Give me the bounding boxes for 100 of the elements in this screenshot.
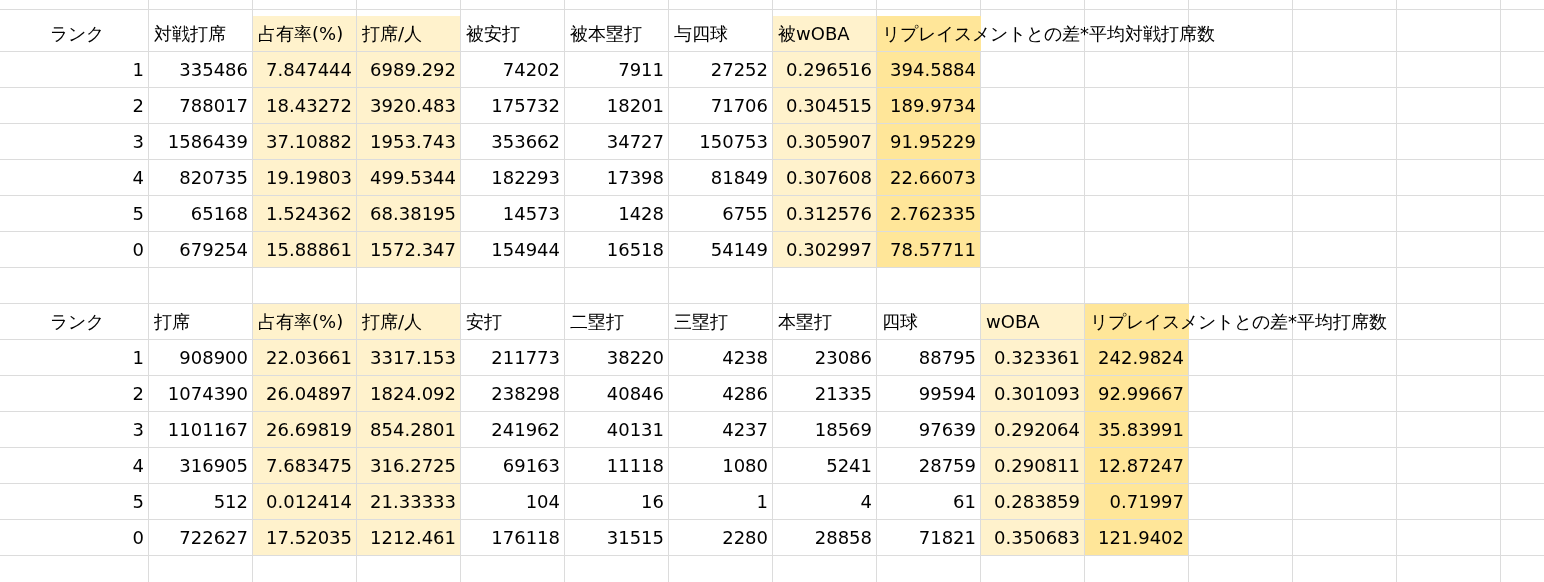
table-cell: 0.312576 bbox=[773, 196, 877, 232]
column-header: 三塁打 bbox=[669, 304, 773, 340]
column-header: wOBA bbox=[981, 304, 1085, 340]
table-cell: 238298 bbox=[461, 376, 565, 412]
table-cell: 242.9824 bbox=[1085, 340, 1189, 376]
table-cell: 0.290811 bbox=[981, 448, 1085, 484]
table-cell: 4 bbox=[45, 160, 149, 196]
table-cell: 4 bbox=[45, 448, 149, 484]
table-cell: 1824.092 bbox=[357, 376, 461, 412]
table-cell: 0.350683 bbox=[981, 520, 1085, 556]
table-cell: 18.43272 bbox=[253, 88, 357, 124]
table-cell: 0.307608 bbox=[773, 160, 877, 196]
table-cell: 4 bbox=[773, 484, 877, 520]
column-header: 打席/人 bbox=[357, 304, 461, 340]
column-header: 本塁打 bbox=[773, 304, 877, 340]
table-cell: 17398 bbox=[565, 160, 669, 196]
table-cell: 37.10882 bbox=[253, 124, 357, 160]
table-cell: 5 bbox=[45, 484, 149, 520]
table-cell: 7.683475 bbox=[253, 448, 357, 484]
table-cell: 182293 bbox=[461, 160, 565, 196]
table-cell: 0.301093 bbox=[981, 376, 1085, 412]
table-cell: 0 bbox=[45, 232, 149, 268]
table-cell: 5 bbox=[45, 196, 149, 232]
column-header: 占有率(%) bbox=[253, 16, 357, 52]
table-cell: 19.19803 bbox=[253, 160, 357, 196]
table-cell: 121.9402 bbox=[1085, 520, 1189, 556]
table-cell: 1428 bbox=[565, 196, 669, 232]
table-cell: 0.283859 bbox=[981, 484, 1085, 520]
column-header: 被wOBA bbox=[773, 16, 877, 52]
table-cell: 3 bbox=[45, 412, 149, 448]
table-cell: 92.99667 bbox=[1085, 376, 1189, 412]
table-cell: 7.847444 bbox=[253, 52, 357, 88]
table-cell: 2280 bbox=[669, 520, 773, 556]
table-cell: 1.524362 bbox=[253, 196, 357, 232]
table-cell: 0.305907 bbox=[773, 124, 877, 160]
table-cell: 394.5884 bbox=[877, 52, 981, 88]
column-header: 二塁打 bbox=[565, 304, 669, 340]
table-cell: 499.5344 bbox=[357, 160, 461, 196]
table-cell: 1 bbox=[45, 52, 149, 88]
table-cell: 21335 bbox=[773, 376, 877, 412]
table-cell: 26.69819 bbox=[253, 412, 357, 448]
table-cell: 189.9734 bbox=[877, 88, 981, 124]
table-cell: 2 bbox=[45, 376, 149, 412]
table-cell: 154944 bbox=[461, 232, 565, 268]
table-cell: 38220 bbox=[565, 340, 669, 376]
column-header: 打席/人 bbox=[357, 16, 461, 52]
table-cell: 353662 bbox=[461, 124, 565, 160]
table-cell: 0.71997 bbox=[1085, 484, 1189, 520]
table-cell: 211773 bbox=[461, 340, 565, 376]
table-cell: 175732 bbox=[461, 88, 565, 124]
table-cell: 2.762335 bbox=[877, 196, 981, 232]
table-cell: 0.304515 bbox=[773, 88, 877, 124]
table-cell: 31515 bbox=[565, 520, 669, 556]
table-cell: 0 bbox=[45, 520, 149, 556]
table-cell: 1953.743 bbox=[357, 124, 461, 160]
table-cell: 176118 bbox=[461, 520, 565, 556]
table-cell: 12.87247 bbox=[1085, 448, 1189, 484]
table-cell: 40846 bbox=[565, 376, 669, 412]
table-cell: 3317.153 bbox=[357, 340, 461, 376]
table-cell: 23086 bbox=[773, 340, 877, 376]
table-cell: 241962 bbox=[461, 412, 565, 448]
table-cell: 22.66073 bbox=[877, 160, 981, 196]
table-cell: 0.012414 bbox=[253, 484, 357, 520]
table-cell: 17.52035 bbox=[253, 520, 357, 556]
table-cell: 91.95229 bbox=[877, 124, 981, 160]
table-cell: 104 bbox=[461, 484, 565, 520]
table-cell: 1 bbox=[669, 484, 773, 520]
table-cell: 69163 bbox=[461, 448, 565, 484]
table-cell: 5241 bbox=[773, 448, 877, 484]
column-header: 被安打 bbox=[461, 16, 565, 52]
table-cell: 4238 bbox=[669, 340, 773, 376]
table-cell: 22.03661 bbox=[253, 340, 357, 376]
column-header: 被本塁打 bbox=[565, 16, 669, 52]
table-cell: 854.2801 bbox=[357, 412, 461, 448]
table-cell: 34727 bbox=[565, 124, 669, 160]
column-header: 占有率(%) bbox=[253, 304, 357, 340]
table-cell: 78.57711 bbox=[877, 232, 981, 268]
table-cell: 35.83991 bbox=[1085, 412, 1189, 448]
table-cell: 1 bbox=[45, 340, 149, 376]
table-cell: 316.2725 bbox=[357, 448, 461, 484]
table-cell: 14573 bbox=[461, 196, 565, 232]
table-cell: 0.296516 bbox=[773, 52, 877, 88]
table-cell: 0.302997 bbox=[773, 232, 877, 268]
table-cell: 1212.461 bbox=[357, 520, 461, 556]
table-cell: 0.292064 bbox=[981, 412, 1085, 448]
table-cell: 40131 bbox=[565, 412, 669, 448]
table-cell: 11118 bbox=[565, 448, 669, 484]
column-header: ランク bbox=[45, 304, 149, 340]
table-cell: 74202 bbox=[461, 52, 565, 88]
table-cell: 68.38195 bbox=[357, 196, 461, 232]
table-cell: 18569 bbox=[773, 412, 877, 448]
table-cell: 2 bbox=[45, 88, 149, 124]
table-cell: 1080 bbox=[669, 448, 773, 484]
table-cell: 26.04897 bbox=[253, 376, 357, 412]
column-header: 安打 bbox=[461, 304, 565, 340]
table-cell: 3 bbox=[45, 124, 149, 160]
table-cell: 15.88861 bbox=[253, 232, 357, 268]
table-cell: 16 bbox=[565, 484, 669, 520]
table-cell: 1572.347 bbox=[357, 232, 461, 268]
table-cell: 4286 bbox=[669, 376, 773, 412]
